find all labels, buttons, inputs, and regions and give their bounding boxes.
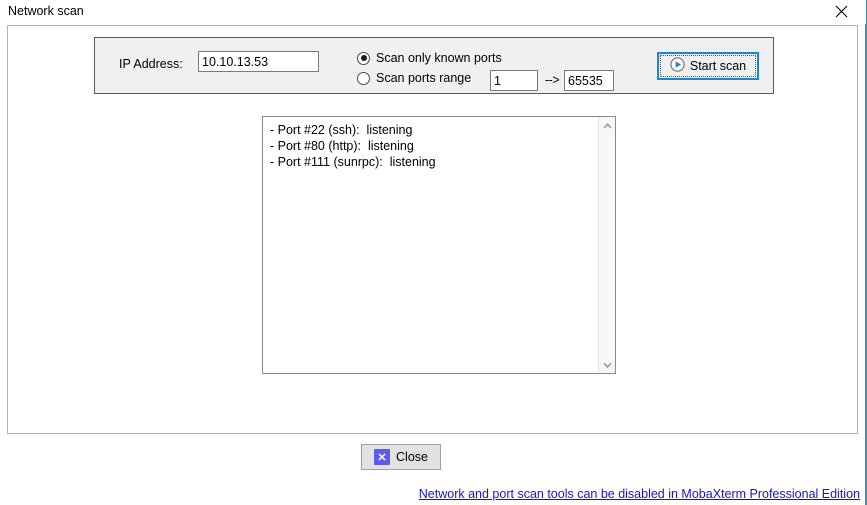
port-range-to-input[interactable] bbox=[564, 70, 614, 91]
radio-known-ports-mark bbox=[357, 51, 370, 65]
close-button-label: Close bbox=[396, 450, 428, 464]
scan-results-text: - Port #22 (ssh): listening - Port #80 (… bbox=[270, 123, 436, 169]
start-scan-label: Start scan bbox=[689, 59, 747, 73]
radio-scan-known-ports[interactable]: Scan only known ports bbox=[357, 51, 502, 65]
radio-scan-ports-range[interactable]: Scan ports range bbox=[357, 71, 471, 85]
pro-edition-link[interactable]: Network and port scan tools can be disab… bbox=[419, 487, 860, 501]
radio-known-ports-label: Scan only known ports bbox=[376, 51, 502, 65]
scan-results-box[interactable]: - Port #22 (ssh): listening - Port #80 (… bbox=[262, 116, 616, 374]
results-vertical-scrollbar[interactable] bbox=[598, 117, 615, 373]
ip-address-input[interactable] bbox=[198, 51, 319, 72]
chevron-up-icon[interactable] bbox=[599, 117, 616, 134]
chevron-down-icon[interactable] bbox=[599, 356, 616, 373]
scan-settings-group: IP Address: Scan only known ports Scan p… bbox=[94, 37, 774, 94]
radio-ports-range-label: Scan ports range bbox=[376, 71, 472, 85]
network-scan-window: Network scan IP Address: Scan only known… bbox=[0, 0, 867, 505]
play-circle-icon bbox=[670, 57, 685, 75]
start-scan-focus-ring: Start scan bbox=[660, 55, 756, 77]
title-bar: Network scan bbox=[1, 0, 866, 24]
close-button[interactable]: ✕ Close bbox=[361, 444, 441, 470]
x-square-icon: ✕ bbox=[374, 449, 391, 465]
start-scan-button[interactable]: Start scan bbox=[657, 52, 759, 80]
window-close-icon[interactable] bbox=[819, 0, 864, 23]
port-range-from-input[interactable] bbox=[490, 70, 538, 91]
window-title: Network scan bbox=[8, 4, 84, 18]
port-range-arrow: --> bbox=[545, 73, 560, 87]
radio-ports-range-mark bbox=[357, 71, 370, 85]
content-panel: IP Address: Scan only known ports Scan p… bbox=[7, 25, 858, 434]
ip-address-label: IP Address: bbox=[119, 57, 183, 71]
